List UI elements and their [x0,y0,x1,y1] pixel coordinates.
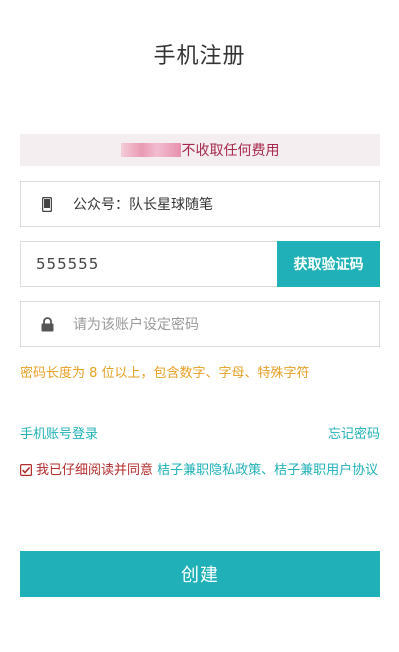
verification-code-input[interactable]: 555555 [20,241,278,287]
page-title: 手机注册 [153,44,246,69]
phone-icon [21,196,73,212]
phone-login-link[interactable]: 手机账号登录 [20,423,98,442]
forgot-password-link[interactable]: 忘记密码 [328,423,380,442]
create-button[interactable]: 创建 [20,551,380,597]
agreement: 我已仔细阅读并同意 桔子兼职隐私政策、桔子兼职用户协议 [20,460,380,482]
notice-banner: 不收取任何费用 [20,134,380,166]
password-hint: 密码长度为 8 位以上，包含数字、字母、特殊字符 [20,366,310,381]
wechat-field[interactable]: 公众号：队长星球随笔 [20,181,380,227]
agreement-text: 我已仔细阅读并同意 [36,463,154,478]
wechat-field-value: 公众号：队长星球随笔 [73,197,213,213]
agreement-checkbox[interactable] [20,462,33,477]
redacted-blur [120,143,181,157]
get-code-button[interactable]: 获取验证码 [277,241,380,287]
notice-text: 不收取任何费用 [181,143,280,159]
password-placeholder: 请为该账户设定密码 [73,317,199,333]
password-input[interactable]: 请为该账户设定密码 [20,301,380,347]
lock-icon [21,316,73,332]
policy-links[interactable]: 桔子兼职隐私政策、桔子兼职用户协议 [157,463,378,478]
verification-code-value: 555555 [36,255,100,273]
